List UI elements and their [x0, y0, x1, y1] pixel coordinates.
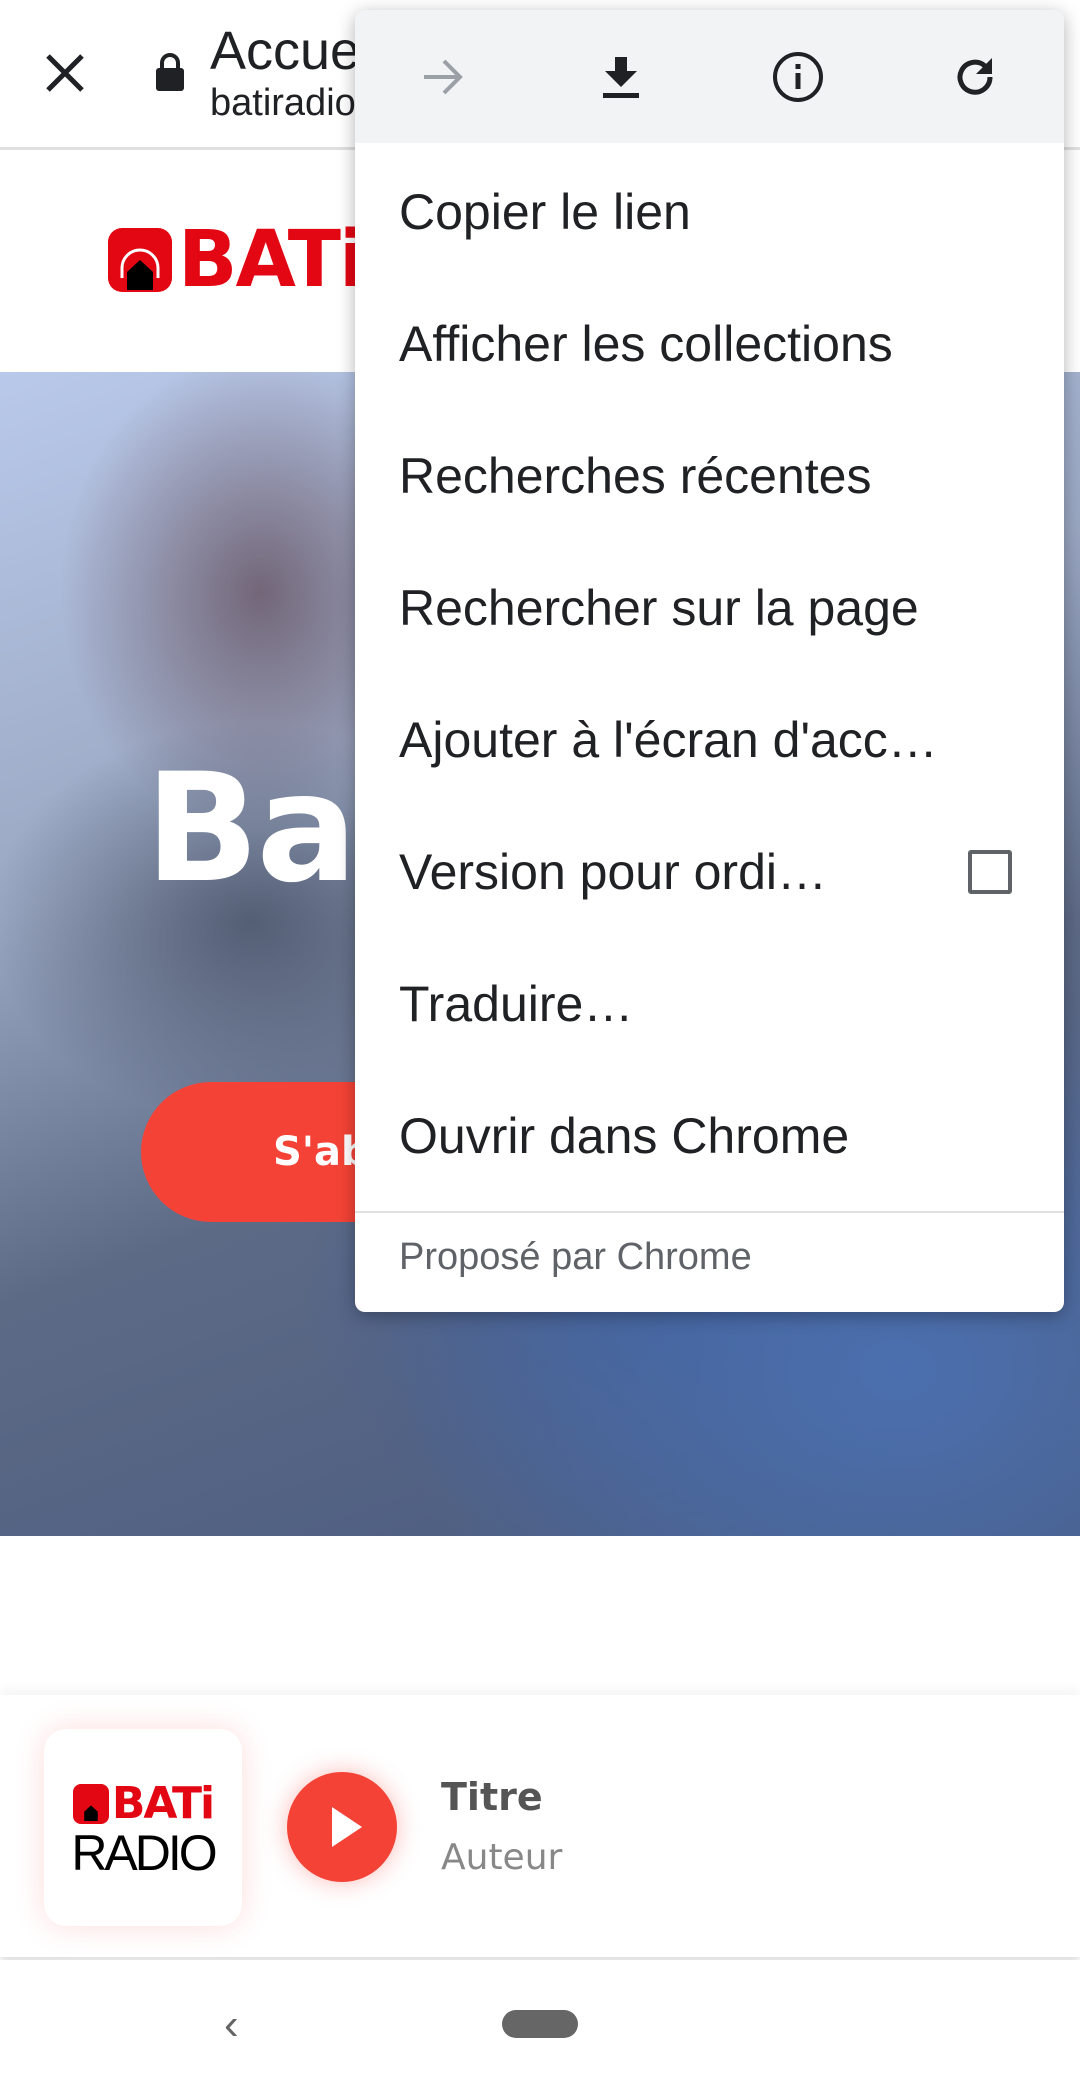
track-title: Titre — [441, 1775, 543, 1819]
headphones-house-icon — [108, 228, 172, 292]
menu-item-label: Copier le lien — [399, 184, 691, 240]
download-icon[interactable] — [532, 10, 709, 143]
menu-item-recent-searches[interactable]: Recherches récentes — [355, 410, 1064, 542]
menu-item-desktop-site[interactable]: Version pour ordi… — [355, 806, 1064, 938]
menu-item-translate[interactable]: Traduire… — [355, 938, 1064, 1070]
page-title: Accue — [210, 21, 361, 81]
lock-icon — [156, 53, 184, 91]
home-button[interactable] — [502, 2010, 578, 2038]
menu-item-label: Version pour ordi… — [399, 844, 828, 900]
track-author: Auteur — [441, 1837, 563, 1878]
menu-item-label: Afficher les collections — [399, 316, 893, 372]
headphones-house-icon — [72, 1783, 109, 1824]
menu-item-find-in-page[interactable]: Rechercher sur la page — [355, 542, 1064, 674]
menu-divider — [355, 1211, 1064, 1213]
close-icon[interactable] — [44, 52, 86, 94]
site-logo[interactable]: BATi — [108, 215, 366, 305]
menu-item-add-to-home[interactable]: Ajouter à l'écran d'acc… — [355, 674, 1064, 806]
menu-item-label: Traduire… — [399, 976, 634, 1032]
station-logo-top: BATi — [72, 1778, 215, 1829]
forward-icon[interactable] — [355, 10, 532, 143]
logo-radio-text: RADIO — [71, 1825, 217, 1881]
audio-player: BATi RADIO Titre Auteur — [0, 1695, 1080, 1957]
menu-item-collections[interactable]: Afficher les collections — [355, 278, 1064, 410]
desktop-site-checkbox[interactable] — [968, 850, 1012, 894]
menu-item-open-in-chrome[interactable]: Ouvrir dans Chrome — [355, 1070, 1064, 1202]
system-navbar: ‹ — [0, 1960, 1080, 2089]
back-button[interactable]: ‹ — [224, 2000, 239, 2050]
play-button[interactable] — [287, 1772, 397, 1882]
menu-item-label: Rechercher sur la page — [399, 580, 919, 636]
station-logo: BATi RADIO — [44, 1729, 242, 1926]
menu-footer: Proposé par Chrome — [399, 1236, 752, 1278]
menu-icon-row — [355, 10, 1064, 143]
menu-item-label: Ajouter à l'écran d'acc… — [399, 712, 938, 768]
page-url[interactable]: batiradio — [210, 82, 356, 125]
logo-bati-text: BATi — [111, 1778, 215, 1829]
menu-item-copy-link[interactable]: Copier le lien — [355, 146, 1064, 278]
menu-item-label: Recherches récentes — [399, 448, 872, 504]
refresh-icon[interactable] — [887, 10, 1064, 143]
info-icon[interactable] — [710, 10, 887, 143]
browser-menu: Copier le lien Afficher les collections … — [355, 10, 1064, 1312]
menu-item-label: Ouvrir dans Chrome — [399, 1108, 850, 1164]
logo-text: BATi — [178, 215, 366, 305]
